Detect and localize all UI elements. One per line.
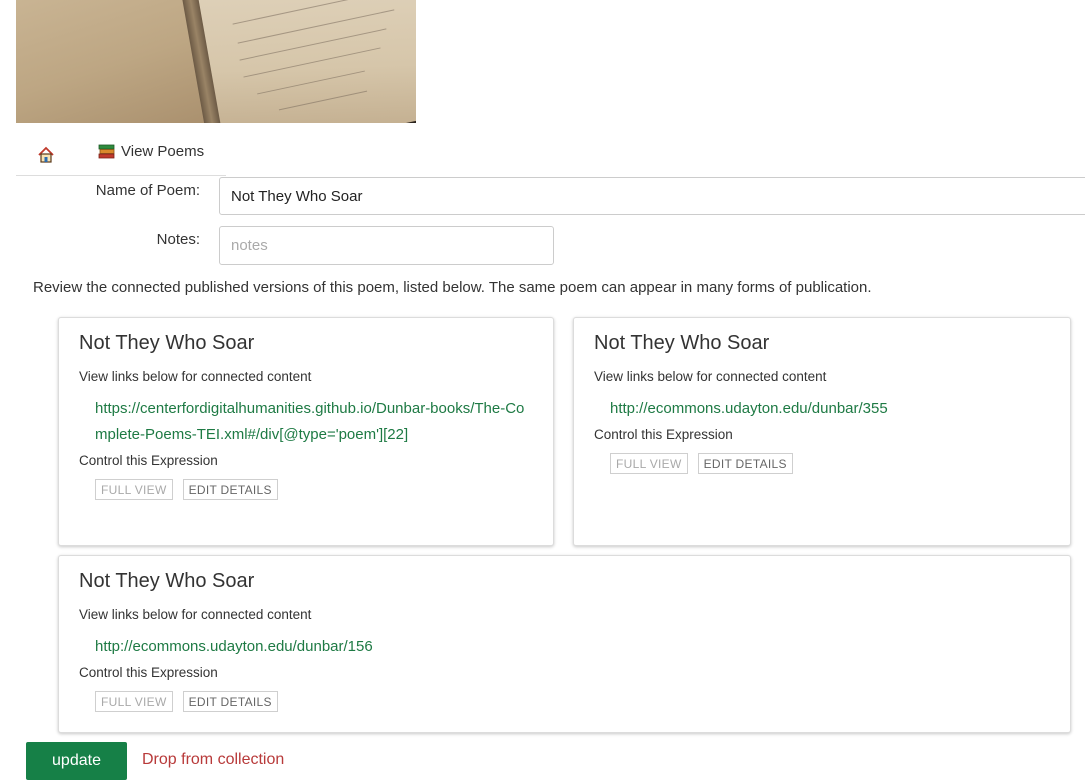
edit-details-button[interactable]: EDIT DETAILS bbox=[182, 479, 278, 500]
home-link[interactable] bbox=[36, 145, 56, 165]
notes-input[interactable] bbox=[219, 226, 554, 265]
expression-actions: FULL VIEW EDIT DETAILS bbox=[610, 453, 1050, 474]
expression-actions: FULL VIEW EDIT DETAILS bbox=[95, 479, 533, 500]
expression-title: Not They Who Soar bbox=[79, 332, 255, 354]
banner-image bbox=[16, 0, 416, 123]
connected-content-heading: View links below for connected content bbox=[79, 369, 312, 384]
home-icon bbox=[38, 146, 54, 163]
view-poems-label: View Poems bbox=[121, 143, 205, 160]
connected-content-heading: View links below for connected content bbox=[594, 369, 827, 384]
notes-label: Notes: bbox=[156, 231, 200, 248]
name-of-poem-input[interactable] bbox=[219, 177, 1085, 215]
expression-card: Not They Who Soar View links below for c… bbox=[573, 317, 1071, 546]
edit-details-button[interactable]: EDIT DETAILS bbox=[697, 453, 793, 474]
books-icon bbox=[98, 144, 115, 159]
full-view-button[interactable]: FULL VIEW bbox=[95, 691, 173, 712]
update-button[interactable]: update bbox=[26, 742, 127, 780]
name-of-poem-label: Name of Poem: bbox=[95, 182, 200, 199]
expression-title: Not They Who Soar bbox=[594, 332, 770, 354]
connected-content-link[interactable]: https://centerfordigitalhumanities.githu… bbox=[95, 396, 533, 448]
full-view-button[interactable]: FULL VIEW bbox=[610, 453, 688, 474]
expression-card: Not They Who Soar View links below for c… bbox=[58, 555, 1071, 733]
full-view-button[interactable]: FULL VIEW bbox=[95, 479, 173, 500]
control-expression-heading: Control this Expression bbox=[79, 453, 218, 468]
connected-content-link[interactable]: http://ecommons.udayton.edu/dunbar/156 bbox=[95, 634, 1050, 660]
edit-details-button[interactable]: EDIT DETAILS bbox=[182, 691, 278, 712]
view-poems-link[interactable]: View Poems bbox=[98, 143, 204, 160]
expression-title: Not They Who Soar bbox=[79, 570, 255, 592]
expression-card: Not They Who Soar View links below for c… bbox=[58, 317, 554, 546]
connected-content-link[interactable]: http://ecommons.udayton.edu/dunbar/355 bbox=[610, 396, 1050, 422]
nav-bar: View Poems bbox=[16, 133, 226, 176]
control-expression-heading: Control this Expression bbox=[79, 665, 218, 680]
review-instructions: Review the connected published versions … bbox=[33, 279, 872, 296]
control-expression-heading: Control this Expression bbox=[594, 427, 733, 442]
drop-from-collection-link[interactable]: Drop from collection bbox=[142, 751, 284, 769]
connected-content-heading: View links below for connected content bbox=[79, 607, 312, 622]
expression-actions: FULL VIEW EDIT DETAILS bbox=[95, 691, 1050, 712]
